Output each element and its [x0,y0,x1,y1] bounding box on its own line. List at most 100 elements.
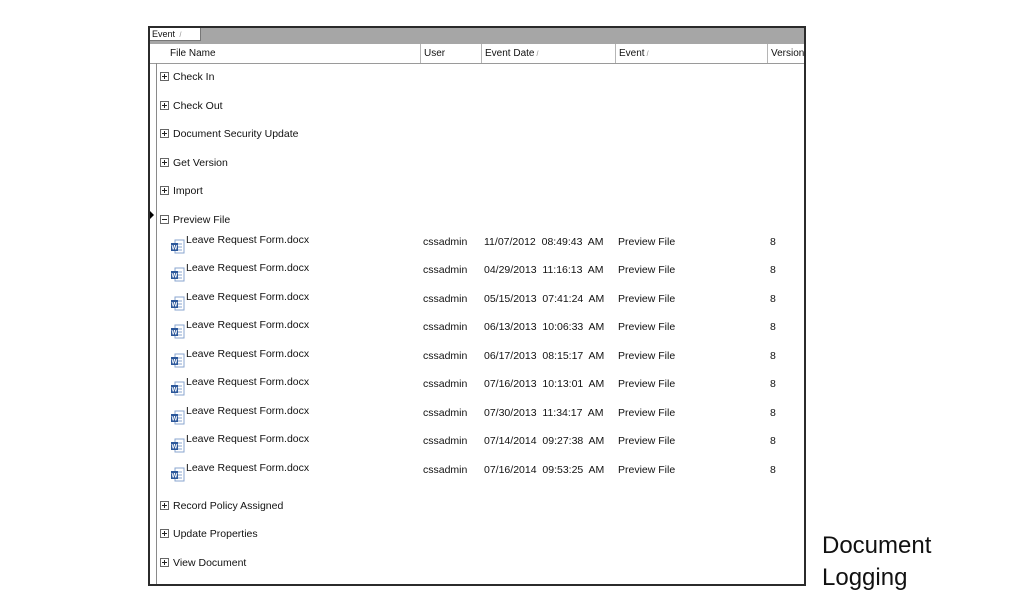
group-row-preview-file[interactable]: Preview File [160,211,230,229]
cell-event: Preview File [618,435,676,447]
expand-plus-icon[interactable] [160,528,169,538]
expand-plus-icon[interactable] [160,100,169,110]
group-row-check-in[interactable]: Check In [160,68,214,86]
expand-plus-icon[interactable] [160,128,169,138]
table-row[interactable]: W Leave Request Form.docx cssadmin 06/13… [150,318,804,344]
table-row[interactable]: W Leave Request Form.docx cssadmin 04/29… [150,261,804,287]
group-row-update-properties[interactable]: Update Properties [160,525,258,543]
cell-version: 8 [770,435,776,447]
cell-event-date: 05/15/2013 07:41:24 AM [484,293,605,305]
sort-indicator-icon: / [646,51,649,58]
svg-text:W: W [172,445,178,451]
word-document-icon: W [171,410,185,425]
cell-event-date: 04/29/2013 11:16:13 AM [484,264,604,276]
cell-user: cssadmin [423,264,468,276]
column-header-event-date[interactable]: Event Date / [481,44,615,63]
group-row-document-security-update[interactable]: Document Security Update [160,125,298,143]
group-row-label: Document Security Update [173,128,299,140]
cell-version: 8 [770,464,776,476]
caption-document-logging: Document Logging [822,530,931,594]
sort-indicator-icon: / [536,51,539,58]
column-header-label: Event [619,48,645,59]
cell-file-name: Leave Request Form.docx [186,262,310,274]
expand-plus-icon[interactable] [160,71,169,81]
column-header-label: File Name [170,48,216,59]
cell-user: cssadmin [423,378,468,390]
cell-version: 8 [770,321,776,333]
cell-file-name: Leave Request Form.docx [186,462,310,474]
cell-user: cssadmin [423,435,468,447]
event-log-grid: Event / File Name User Event Date / Event… [148,26,806,586]
cell-event-date: 07/16/2013 10:13:01 AM [484,378,605,390]
cell-event-date: 06/13/2013 10:06:33 AM [484,321,605,333]
word-document-icon: W [171,239,185,254]
cell-event: Preview File [618,236,676,248]
svg-text:W: W [172,246,178,252]
group-row-label: Check Out [173,100,223,112]
table-row[interactable]: W Leave Request Form.docx cssadmin 07/16… [150,375,804,401]
column-header-version[interactable]: Version [767,44,804,63]
cell-user: cssadmin [423,407,468,419]
table-row[interactable]: W Leave Request Form.docx cssadmin 11/07… [150,233,804,259]
group-row-check-out[interactable]: Check Out [160,97,223,115]
group-row-record-policy-assigned[interactable]: Record Policy Assigned [160,497,283,515]
cell-version: 8 [770,407,776,419]
cell-user: cssadmin [423,293,468,305]
cell-version: 8 [770,236,776,248]
group-row-label: Update Properties [173,528,258,540]
group-row-import[interactable]: Import [160,182,203,200]
word-document-icon: W [171,324,185,339]
group-chip-label: Event [152,29,176,39]
column-header-label: Event Date [485,48,535,59]
cell-file-name: Leave Request Form.docx [186,319,310,331]
svg-text:W: W [172,331,178,337]
cell-file-name: Leave Request Form.docx [186,405,310,417]
svg-text:W: W [172,360,178,366]
cell-event-date: 07/16/2014 09:53:25 AM [484,464,605,476]
word-document-icon: W [171,438,185,453]
cell-file-name: Leave Request Form.docx [186,376,310,388]
group-row-label: View Document [173,557,247,569]
group-by-chip-event[interactable]: Event / [150,28,201,41]
table-row[interactable]: W Leave Request Form.docx cssadmin 05/15… [150,290,804,316]
cell-event: Preview File [618,464,676,476]
expand-plus-icon[interactable] [160,157,169,167]
table-row[interactable]: W Leave Request Form.docx cssadmin 07/30… [150,404,804,430]
group-row-label: Preview File [173,214,231,226]
group-row-label: Record Policy Assigned [173,500,284,512]
group-row-get-version[interactable]: Get Version [160,154,228,172]
expand-plus-icon[interactable] [160,557,169,567]
word-document-icon: W [171,353,185,368]
column-header-file-name[interactable]: File Name [156,44,420,63]
svg-text:W: W [172,388,178,394]
cell-file-name: Leave Request Form.docx [186,291,310,303]
cell-event-date: 11/07/2012 08:49:43 AM [484,236,604,248]
cell-event: Preview File [618,264,676,276]
table-row[interactable]: W Leave Request Form.docx cssadmin 06/17… [150,347,804,373]
cell-event-date: 07/30/2013 11:34:17 AM [484,407,604,419]
cell-event-date: 07/14/2014 09:27:38 AM [484,435,605,447]
word-document-icon: W [171,296,185,311]
group-row-view-document[interactable]: View Document [160,554,246,572]
table-row[interactable]: W Leave Request Form.docx cssadmin 07/14… [150,432,804,458]
expand-plus-icon[interactable] [160,185,169,195]
column-header-row: File Name User Event Date / Event / Versio… [150,44,804,64]
cell-event: Preview File [618,378,676,390]
column-header-user[interactable]: User [420,44,481,63]
column-header-event[interactable]: Event / [615,44,767,63]
cell-event: Preview File [618,321,676,333]
svg-text:W: W [172,474,178,480]
svg-text:W: W [172,417,178,423]
column-header-label: User [424,48,446,59]
cell-file-name: Leave Request Form.docx [186,433,310,445]
expand-plus-icon[interactable] [160,500,169,510]
table-row[interactable]: W Leave Request Form.docx cssadmin 07/16… [150,461,804,487]
svg-text:W: W [172,303,178,309]
group-by-panel: Event / [150,28,804,44]
collapse-minus-icon[interactable] [160,214,169,224]
cell-user: cssadmin [423,464,468,476]
cell-version: 8 [770,264,776,276]
word-document-icon: W [171,267,185,282]
svg-text:W: W [172,274,178,280]
cell-version: 8 [770,350,776,362]
